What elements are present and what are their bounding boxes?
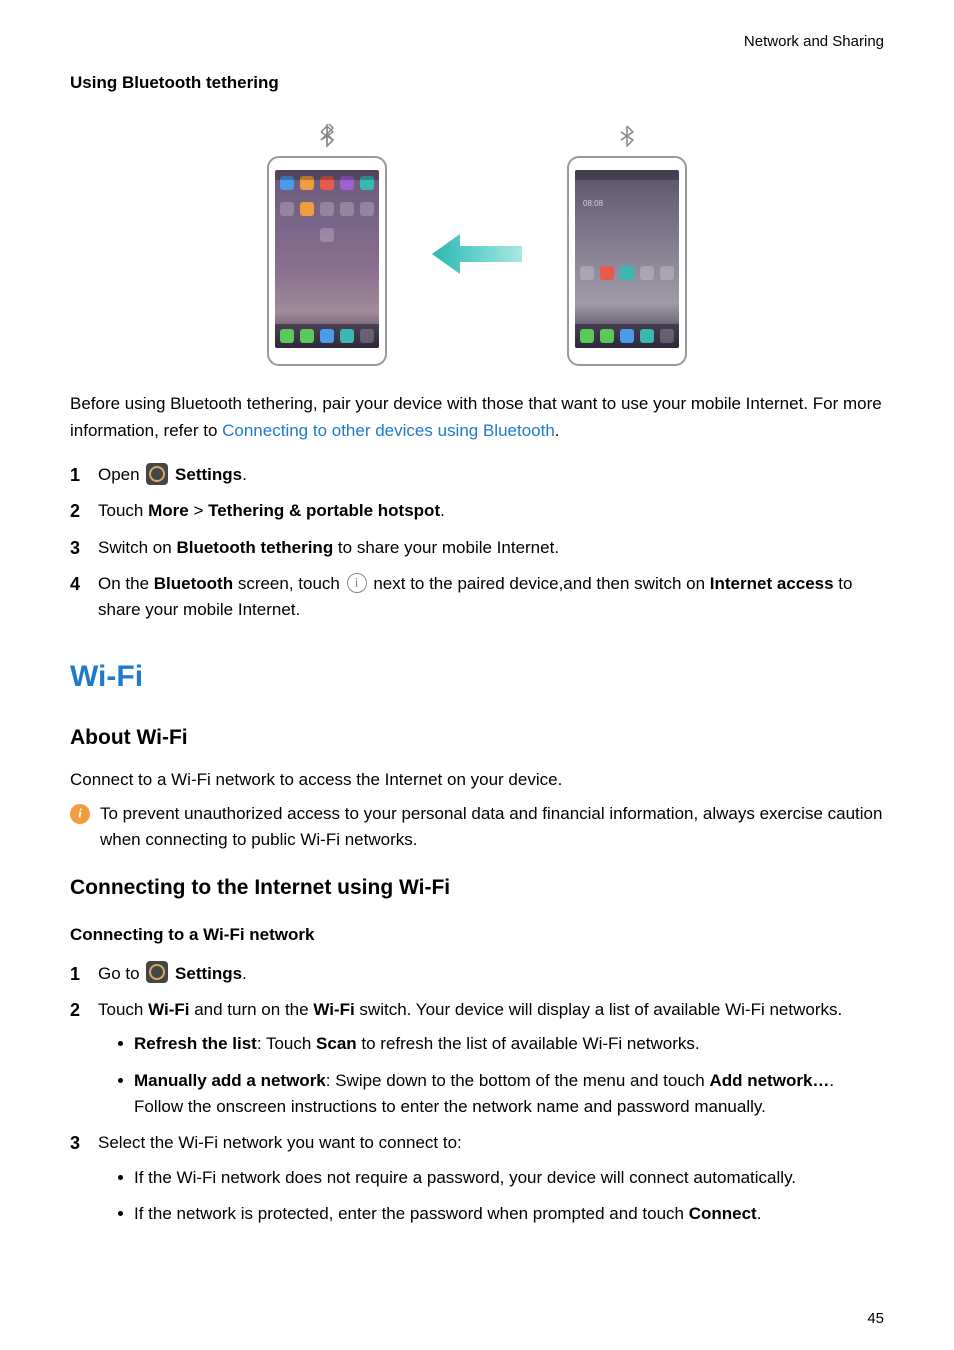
text: . [242, 465, 247, 484]
text-bold: Scan [316, 1034, 357, 1053]
breadcrumb: Network and Sharing [744, 30, 884, 53]
text: On the [98, 574, 154, 593]
text: If the network is protected, enter the p… [134, 1204, 689, 1223]
settings-icon [146, 961, 168, 983]
text-bold: Settings [175, 465, 242, 484]
note-icon [70, 804, 90, 824]
link-connecting-bluetooth[interactable]: Connecting to other devices using Blueto… [222, 421, 555, 440]
text: : Swipe down to the bottom of the menu a… [326, 1071, 710, 1090]
text: > [189, 501, 208, 520]
text-bold: Internet access [710, 574, 834, 593]
step-2: Touch More > Tethering & portable hotspo… [70, 498, 884, 524]
phone-right-group: 08:08 [567, 124, 687, 366]
heading-wifi: Wi-Fi [70, 654, 884, 701]
text-bold: Settings [175, 964, 242, 983]
arrow-icon [432, 224, 522, 284]
step-4: On the Bluetooth screen, touch next to t… [70, 571, 884, 624]
settings-icon [146, 463, 168, 485]
info-icon [347, 573, 367, 593]
text-bold: Connect [689, 1204, 757, 1223]
text: Go to [98, 964, 144, 983]
text-bold: More [148, 501, 189, 520]
phone-left-group [267, 124, 387, 366]
bullet-protected: If the network is protected, enter the p… [118, 1201, 884, 1227]
text: screen, touch [233, 574, 345, 593]
illustration-bt-tether: 08:08 [267, 116, 687, 366]
text-bold: Refresh the list [134, 1034, 257, 1053]
heading-connecting-wifi: Connecting to the Internet using Wi-Fi [70, 872, 884, 905]
text: . [555, 421, 560, 440]
phone-mock-right: 08:08 [567, 156, 687, 366]
text: switch. Your device will display a list … [355, 1000, 843, 1019]
text-bold: Wi-Fi [148, 1000, 189, 1019]
paragraph-about-wifi: Connect to a Wi-Fi network to access the… [70, 767, 884, 793]
text-bold: Manually add a network [134, 1071, 326, 1090]
text: to refresh the list of available Wi-Fi n… [357, 1034, 700, 1053]
text: Touch [98, 501, 148, 520]
page-number: 45 [867, 1307, 884, 1330]
text-bold: Tethering & portable hotspot [208, 501, 440, 520]
text: next to the paired device,and then switc… [369, 574, 710, 593]
text-bold: Add network… [709, 1071, 829, 1090]
note-text: To prevent unauthorized access to your p… [100, 801, 884, 854]
text: Select the Wi-Fi network you want to con… [98, 1133, 462, 1152]
phone-mock-left [267, 156, 387, 366]
step-1: Go to Settings. [70, 961, 884, 987]
text: Touch [98, 1000, 148, 1019]
section-title-bt-tethering: Using Bluetooth tethering [70, 70, 884, 96]
text: Switch on [98, 538, 176, 557]
steps-bt-tethering: Open Settings. Touch More > Tethering & … [70, 462, 884, 624]
subheading-connecting-network: Connecting to a Wi-Fi network [70, 922, 884, 948]
bluetooth-icon [615, 124, 639, 148]
text: . [440, 501, 445, 520]
step-3: Switch on Bluetooth tethering to share y… [70, 535, 884, 561]
step-3: Select the Wi-Fi network you want to con… [70, 1130, 884, 1227]
text: If the Wi-Fi network does not require a … [134, 1168, 796, 1187]
bullet-no-password: If the Wi-Fi network does not require a … [118, 1165, 884, 1191]
text: and turn on the [189, 1000, 313, 1019]
bullet-refresh: Refresh the list: Touch Scan to refresh … [118, 1031, 884, 1057]
heading-about-wifi: About Wi-Fi [70, 722, 884, 755]
paragraph-bt-intro: Before using Bluetooth tethering, pair y… [70, 391, 884, 444]
bluetooth-icon [315, 124, 339, 148]
text-bold: Bluetooth tethering [176, 538, 333, 557]
text: . [242, 964, 247, 983]
text: Open [98, 465, 144, 484]
step-2: Touch Wi-Fi and turn on the Wi-Fi switch… [70, 997, 884, 1120]
note-caution: To prevent unauthorized access to your p… [70, 801, 884, 854]
bullet-add-network: Manually add a network: Swipe down to th… [118, 1068, 884, 1121]
text: to share your mobile Internet. [333, 538, 559, 557]
text: : Touch [257, 1034, 316, 1053]
text-bold: Bluetooth [154, 574, 233, 593]
steps-wifi-connect: Go to Settings. Touch Wi-Fi and turn on … [70, 961, 884, 1228]
step-1: Open Settings. [70, 462, 884, 488]
sub-bullets: If the Wi-Fi network does not require a … [118, 1165, 884, 1228]
text-bold: Wi-Fi [313, 1000, 354, 1019]
sub-bullets: Refresh the list: Touch Scan to refresh … [118, 1031, 884, 1120]
text: . [757, 1204, 762, 1223]
